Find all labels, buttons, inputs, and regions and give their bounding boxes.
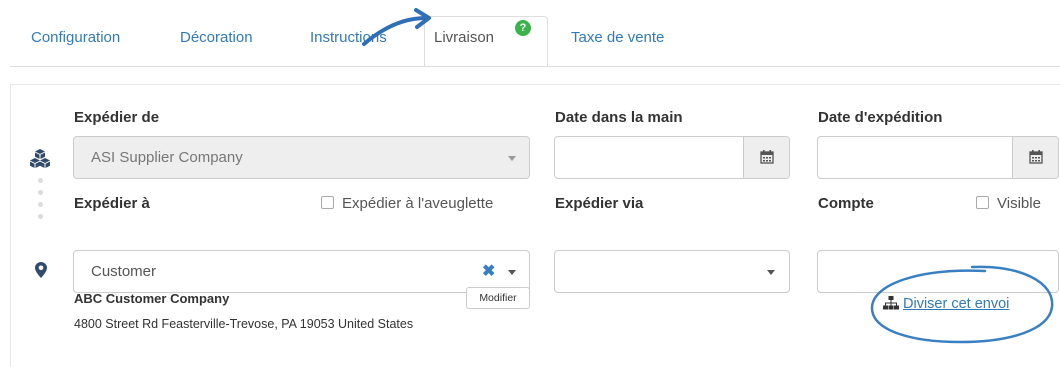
map-marker-icon bbox=[35, 262, 47, 278]
ship-to-company: ABC Customer Company bbox=[74, 291, 230, 306]
tab-livraison[interactable]: Livraison ? bbox=[424, 16, 548, 67]
visible-checkbox[interactable]: Visible bbox=[976, 195, 1041, 212]
boxes-icon bbox=[30, 149, 50, 168]
in-hands-date-label: Date dans la main bbox=[555, 109, 683, 126]
split-shipment-label: Diviser cet envoi bbox=[903, 296, 1010, 312]
ship-to-select[interactable]: Customer ✖ bbox=[73, 250, 530, 293]
calendar-icon bbox=[760, 150, 774, 164]
ship-date-label: Date d'expédition bbox=[818, 109, 943, 126]
visible-label: Visible bbox=[997, 195, 1041, 212]
connector-dot bbox=[38, 214, 43, 219]
account-label: Compte bbox=[818, 195, 874, 212]
chevron-down-icon bbox=[767, 270, 775, 275]
edit-address-button[interactable]: Modifier bbox=[466, 287, 530, 309]
ship-date-input[interactable] bbox=[817, 136, 1059, 179]
split-shipment-link[interactable]: Diviser cet envoi bbox=[883, 296, 1009, 312]
sitemap-icon bbox=[883, 296, 899, 310]
tab-livraison-label: Livraison bbox=[434, 29, 495, 46]
ship-via-select[interactable] bbox=[554, 250, 790, 293]
question-icon[interactable]: ? bbox=[515, 20, 531, 36]
tab-configuration[interactable]: Configuration bbox=[31, 29, 120, 46]
in-hands-date-picker-button[interactable] bbox=[743, 137, 789, 178]
checkbox-box[interactable] bbox=[976, 196, 989, 209]
ship-from-value: ASI Supplier Company bbox=[91, 149, 243, 166]
blind-ship-checkbox[interactable]: Expédier à l'aveuglette bbox=[321, 195, 493, 212]
ship-via-label: Expédier via bbox=[555, 195, 644, 212]
ship-to-label: Expédier à bbox=[74, 195, 150, 212]
chevron-down-icon bbox=[508, 156, 516, 161]
tab-sales-tax[interactable]: Taxe de vente bbox=[571, 29, 664, 46]
ship-from-select[interactable]: ASI Supplier Company bbox=[73, 136, 530, 179]
ship-to-value: Customer bbox=[91, 263, 157, 280]
tab-decoration[interactable]: Décoration bbox=[180, 29, 253, 46]
tabs-divider bbox=[10, 66, 1060, 67]
clear-icon[interactable]: ✖ bbox=[482, 261, 495, 281]
in-hands-date-input[interactable] bbox=[554, 136, 790, 179]
connector-dot bbox=[38, 178, 43, 183]
blind-ship-label: Expédier à l'aveuglette bbox=[342, 195, 494, 212]
connector-dot bbox=[38, 190, 43, 195]
annotation-arrow bbox=[362, 8, 431, 46]
chevron-down-icon bbox=[508, 270, 516, 275]
connector-dot bbox=[38, 202, 43, 207]
ship-from-label: Expédier de bbox=[74, 109, 160, 126]
calendar-icon bbox=[1029, 150, 1043, 164]
ship-date-picker-button[interactable] bbox=[1012, 137, 1058, 178]
tab-bar: Configuration Décoration Instructions Li… bbox=[0, 0, 1060, 67]
checkbox-box[interactable] bbox=[321, 196, 334, 209]
ship-to-address: 4800 Street Rd Feasterville-Trevose, PA … bbox=[74, 317, 414, 331]
